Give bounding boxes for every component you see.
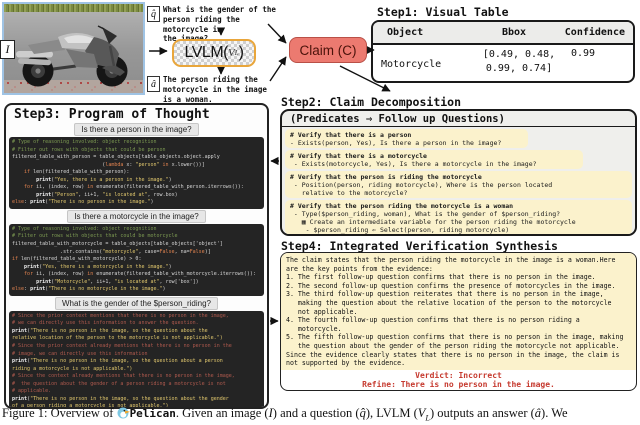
step4-title: Step4: Integrated Verification Synthesis <box>281 239 558 253</box>
question-symbol: q̂ <box>147 6 160 22</box>
figure-canvas: I q̂ What is the gender of the person ri… <box>0 0 640 425</box>
grass-band <box>4 4 143 12</box>
verdict-band: Verdict: Incorrect Refine: There is no p… <box>281 370 636 390</box>
step2-title: Step2: Claim Decomposition <box>281 95 461 109</box>
code-question-label: What is the gender of the $person_riding… <box>55 297 218 310</box>
code-block: # Type of reasoning involved: object rec… <box>9 224 264 296</box>
column-header: Confidence <box>553 27 633 38</box>
verification-synthesis-box: The claim states that the person riding … <box>280 252 637 391</box>
step3-title: Step3: Program of Thought <box>14 107 264 122</box>
caption-text: Figure 1: Overview of <box>2 406 117 420</box>
code-question-label: Is there a person in the image? <box>74 123 198 136</box>
column-header: Bbox <box>475 27 553 38</box>
claim-decomposition-box: (Predicates ⇒ Follow up Questions) # Ver… <box>280 109 637 236</box>
pelican-icon <box>117 406 130 420</box>
answer-symbol: â <box>147 76 160 92</box>
table-row: Motorcycle[0.49, 0.48, 0.99, 0.74]0.99 <box>373 45 633 83</box>
caption-text: ) and a question ( <box>273 406 360 420</box>
predicate-box: # Verify that there is a motorcycle - Ex… <box>285 150 583 169</box>
claim-box: Claim (C) <box>289 37 367 63</box>
predicate-box: # Verify that the person is riding the m… <box>285 171 632 198</box>
caption-text: ). We <box>541 406 568 420</box>
visual-table: ObjectBboxConfidence Motorcycle[0.49, 0.… <box>371 20 635 83</box>
caption-text: Pelican <box>130 407 176 420</box>
figure-caption: Figure 1: Overview of Pelican. Given an … <box>2 406 638 423</box>
input-image <box>2 2 145 95</box>
answer-text: The person riding the motorcycle in the … <box>163 75 285 104</box>
program-of-thought-box: Step3: Program of Thought Is there a per… <box>4 103 269 409</box>
refine-text: Refine: There is no person in the image. <box>281 380 636 390</box>
code-block: # Since the prior context mentions that … <box>9 311 264 409</box>
column-header: Object <box>373 27 475 38</box>
lvlm-label: LVLM <box>185 44 224 62</box>
step3-sections: Is there a person in the image?# Type of… <box>9 123 264 409</box>
table-cell: Motorcycle <box>373 45 475 83</box>
table-cell: [0.49, 0.48, 0.99, 0.74] <box>475 45 563 83</box>
lvlm-var: V <box>228 47 235 59</box>
table-header-row: ObjectBboxConfidence <box>373 22 633 45</box>
predicate-box: # Verify that the person riding the moto… <box>285 200 632 235</box>
evidence-text: The claim states that the person riding … <box>281 253 636 370</box>
predicate-list: # Verify that there is a person- Exists(… <box>282 127 635 236</box>
motorcycle-illustration <box>6 16 145 92</box>
verdict-text: Verdict: Incorrect <box>281 371 636 381</box>
code-question-label: Is there a motorcycle in the image? <box>67 210 206 223</box>
lvlm-box: LVLM(VL) <box>172 39 256 67</box>
caption-text: ) outputs an answer ( <box>430 406 535 420</box>
caption-text: . Given an image ( <box>176 406 269 420</box>
predicate-box: # Verify that there is a person- Exists(… <box>285 129 528 148</box>
step1-title: Step1: Visual Table <box>377 5 509 19</box>
code-block: # Type of reasoning involved: object rec… <box>9 137 264 209</box>
table-cell: 0.99 <box>563 45 633 83</box>
caption-text: ), LVLM ( <box>366 406 418 420</box>
predicates-header: (Predicates ⇒ Follow up Questions) <box>282 111 635 127</box>
image-symbol: I <box>0 40 15 59</box>
